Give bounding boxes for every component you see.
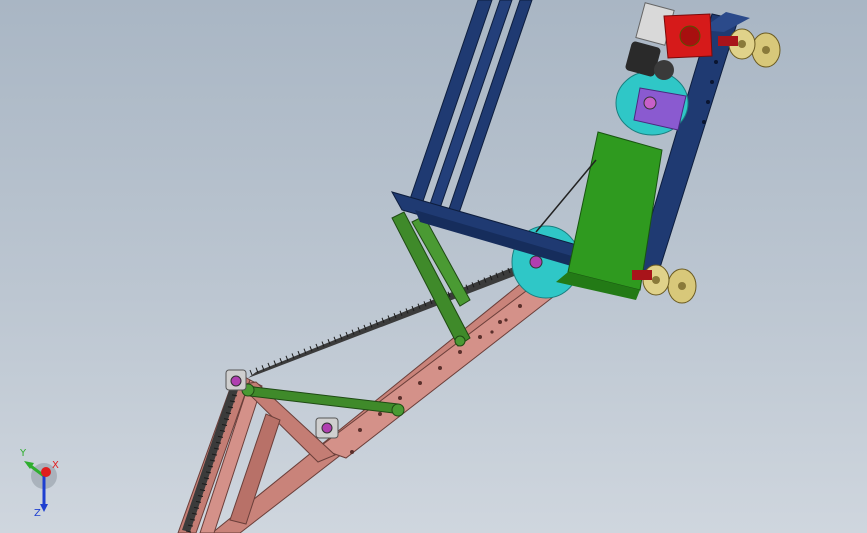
orientation-triad: Y X Z [19,448,59,518]
cad-viewport[interactable]: Y X Z [0,0,867,533]
axis-x-label: X [52,460,59,471]
bearing-block-lower[interactable] [315,417,339,439]
wheel-lower-right[interactable] [632,264,697,304]
axis-y-label: Y [19,448,27,459]
assembly-model[interactable] [0,0,867,533]
axis-z-label: Z [34,508,41,518]
bearing-block-upper[interactable] [225,369,247,391]
gear-rack[interactable] [182,260,530,533]
pulley-upper[interactable] [615,70,689,136]
